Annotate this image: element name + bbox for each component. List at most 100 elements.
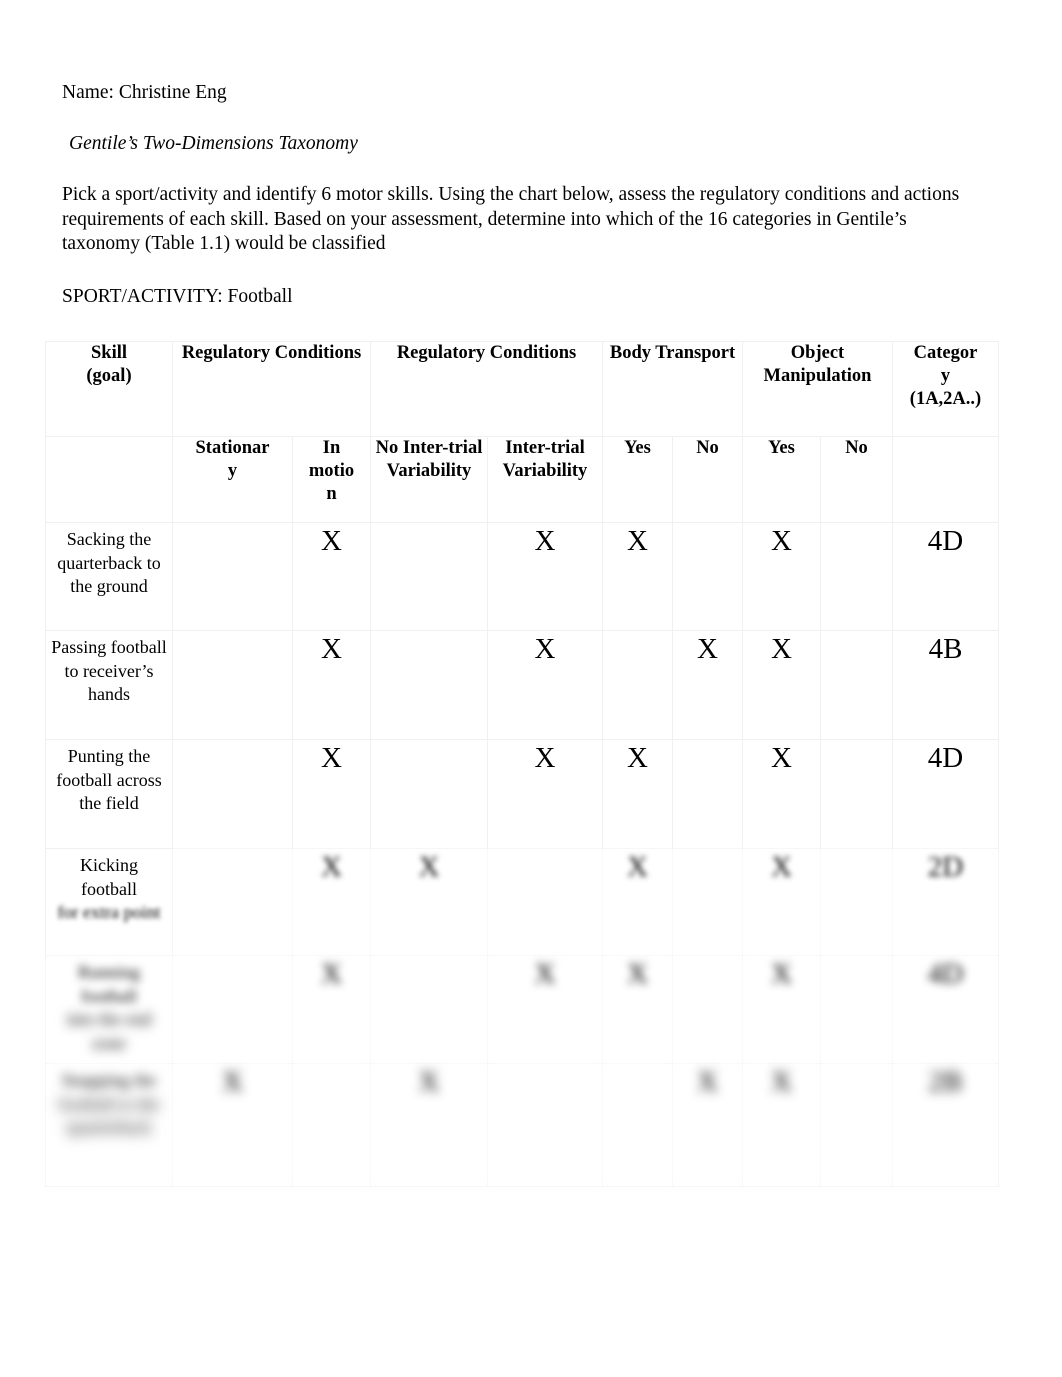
table-header-row-sub: Stationar y In motio n No Inter-trial Va… [45, 436, 999, 523]
cell-object-manipulation-yes: X [742, 630, 821, 740]
header-category: Categor y (1A,2A..) [892, 341, 999, 437]
cell-body-transport-yes: X [602, 848, 673, 956]
cell-skill-primary: Running football [77, 962, 140, 1006]
cell-inter-trial: X [487, 630, 603, 740]
cell-no-inter-trial [370, 955, 488, 1064]
cell-inter-trial: X [487, 522, 603, 631]
header-skill-line2: (goal) [86, 366, 132, 386]
header-in-motion-line2: motio [308, 461, 355, 481]
cell-object-manipulation-no [820, 630, 893, 740]
cell-object-manipulation-no [820, 522, 893, 631]
cell-object-manipulation-yes: X [742, 1063, 821, 1187]
document-title: Gentile’s Two-Dimensions Taxonomy [69, 133, 358, 154]
cell-skill-secondary: for extra point [57, 902, 161, 922]
cell-skill: Kicking football for extra point [45, 848, 173, 956]
cell-object-manipulation-no [820, 955, 893, 1064]
document-page: Name: Christine Eng Gentile’s Two-Dimens… [0, 0, 1062, 1377]
table-row: Sacking the quarterback to the ground X … [45, 522, 999, 631]
header-skill-line1: Skill [91, 343, 127, 363]
cell-skill: Snapping the football to the quarterback [45, 1063, 173, 1187]
cell-object-manipulation-yes: X [742, 848, 821, 956]
cell-body-transport-yes [602, 630, 673, 740]
header-category-line3: (1A,2A..) [909, 389, 982, 409]
cell-skill-secondary: football to the quarterback [58, 1093, 160, 1138]
header-object-manipulation: Object Manipulation [742, 341, 893, 437]
cell-inter-trial [487, 1063, 603, 1187]
header-sub-stationary: Stationar y [172, 436, 293, 523]
cell-object-manipulation-yes: X [742, 739, 821, 849]
taxonomy-table-wrapper: Skill (goal) Regulatory Conditions Regul… [45, 341, 999, 1187]
cell-body-transport-no: X [672, 1063, 743, 1187]
header-in-motion-line3: n [326, 484, 337, 504]
header-sub-skill-blank [45, 436, 173, 523]
cell-no-inter-trial [370, 739, 488, 849]
cell-body-transport-yes: X [602, 739, 673, 849]
cell-no-inter-trial: X [370, 1063, 488, 1187]
cell-inter-trial: X [487, 955, 603, 1064]
header-sub-inter-trial-variability: Inter-trial Variability [487, 436, 603, 523]
cell-stationary [172, 630, 293, 740]
cell-body-transport-no [672, 955, 743, 1064]
sport-activity-line: SPORT/ACTIVITY: Football [62, 285, 293, 307]
cell-skill: Sacking the quarterback to the ground [45, 522, 173, 631]
cell-category: 2B [892, 1063, 999, 1187]
cell-object-manipulation-no [820, 1063, 893, 1187]
cell-skill-secondary: into the end zone [66, 1009, 152, 1053]
header-body-transport: Body Transport [602, 341, 743, 437]
header-sub-in-motion: In motio n [292, 436, 371, 523]
header-category-line1: Categor [913, 343, 978, 363]
header-in-motion-line1: In [322, 438, 341, 458]
cell-inter-trial [487, 848, 603, 956]
gentile-taxonomy-table: Skill (goal) Regulatory Conditions Regul… [45, 341, 999, 1187]
cell-skill: Running football into the end zone [45, 955, 173, 1064]
cell-category: 4D [892, 522, 999, 631]
cell-body-transport-no [672, 848, 743, 956]
header-stationary-line1: Stationar [195, 438, 270, 458]
cell-body-transport-yes: X [602, 955, 673, 1064]
header-sub-object-manipulation-no: No [820, 436, 893, 523]
cell-body-transport-no [672, 522, 743, 631]
header-sub-category-blank [892, 436, 999, 523]
header-sub-no-inter-trial-variability: No Inter-trial Variability [370, 436, 488, 523]
cell-no-inter-trial [370, 522, 488, 631]
cell-stationary [172, 848, 293, 956]
cell-object-manipulation-no [820, 848, 893, 956]
table-row: Punting the football across the field X … [45, 739, 999, 849]
cell-object-manipulation-yes: X [742, 522, 821, 631]
cell-no-inter-trial [370, 630, 488, 740]
cell-stationary: X [172, 1063, 293, 1187]
table-row: Kicking football for extra point X X X X… [45, 848, 999, 956]
table-row: Running football into the end zone X X X… [45, 955, 999, 1064]
cell-body-transport-yes [602, 1063, 673, 1187]
cell-skill: Passing football to receiver’s hands [45, 630, 173, 740]
header-sub-body-transport-yes: Yes [602, 436, 673, 523]
cell-object-manipulation-yes: X [742, 955, 821, 1064]
cell-body-transport-yes: X [602, 522, 673, 631]
cell-stationary [172, 739, 293, 849]
header-stationary-line2: y [227, 461, 238, 481]
cell-stationary [172, 522, 293, 631]
cell-in-motion: X [292, 522, 371, 631]
cell-no-inter-trial: X [370, 848, 488, 956]
cell-in-motion [292, 1063, 371, 1187]
document-header-block: Name: Christine Eng Gentile’s Two-Dimens… [62, 80, 982, 310]
cell-category: 4D [892, 955, 999, 1064]
cell-category: 4B [892, 630, 999, 740]
cell-skill-primary: Kicking football [80, 855, 138, 899]
student-name-line: Name: Christine Eng [62, 82, 227, 103]
cell-in-motion: X [292, 955, 371, 1064]
cell-object-manipulation-no [820, 739, 893, 849]
cell-inter-trial: X [487, 739, 603, 849]
cell-in-motion: X [292, 630, 371, 740]
cell-body-transport-no: X [672, 630, 743, 740]
cell-stationary [172, 955, 293, 1064]
cell-skill-primary: Snapping the [61, 1070, 157, 1090]
header-category-line2: y [940, 366, 951, 386]
assignment-instructions: Pick a sport/activity and identify 6 mot… [62, 184, 960, 254]
table-row: Snapping the football to the quarterback… [45, 1063, 999, 1187]
cell-category: 4D [892, 739, 999, 849]
table-row: Passing football to receiver’s hands X X… [45, 630, 999, 740]
cell-body-transport-no [672, 739, 743, 849]
header-skill-goal: Skill (goal) [45, 341, 173, 437]
cell-in-motion: X [292, 739, 371, 849]
